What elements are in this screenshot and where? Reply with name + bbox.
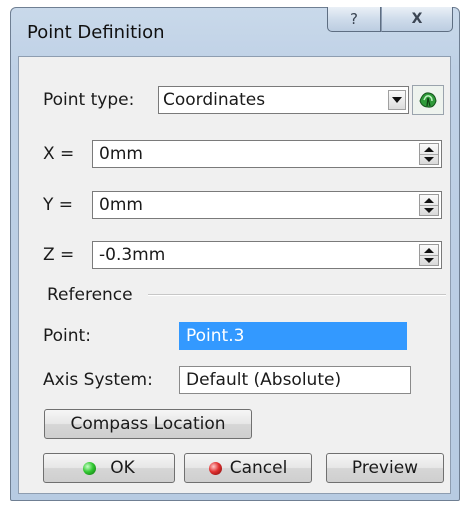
cancel-icon (208, 461, 222, 475)
reference-point-value: Point.3 (186, 326, 245, 346)
ok-label: OK (110, 458, 135, 478)
reference-group-divider (148, 294, 446, 296)
point-type-select[interactable]: Coordinates (158, 86, 409, 114)
dialog-title: Point Definition (27, 22, 165, 43)
dropdown-arrow-icon[interactable] (388, 90, 406, 110)
y-field[interactable]: 0mm (92, 191, 442, 219)
point-type-tool-button[interactable] (412, 85, 444, 115)
reference-group-label: Reference (47, 285, 133, 305)
title-bar[interactable]: Point Definition ? X (11, 7, 459, 56)
ok-button[interactable]: OK (43, 453, 175, 483)
point-type-tool-icon (419, 92, 437, 108)
z-value: -0.3mm (99, 245, 166, 265)
z-label: Z = (43, 245, 75, 265)
x-value: 0mm (99, 144, 143, 164)
dialog-window: Point Definition ? X Point type: Coordin… (10, 7, 460, 501)
cancel-label: Cancel (229, 458, 288, 478)
x-field[interactable]: 0mm (92, 140, 442, 168)
cancel-button[interactable]: Cancel (184, 453, 312, 483)
compass-location-label: Compass Location (70, 414, 226, 434)
help-icon: ? (350, 10, 358, 28)
ok-icon (83, 461, 97, 475)
axis-system-label: Axis System: (43, 370, 153, 390)
preview-button[interactable]: Preview (326, 453, 444, 483)
point-type-label: Point type: (43, 90, 135, 110)
spin-down-icon[interactable] (420, 154, 438, 164)
compass-location-button[interactable]: Compass Location (44, 409, 252, 439)
spin-down-icon[interactable] (420, 255, 438, 265)
axis-system-value: Default (Absolute) (186, 370, 342, 390)
z-spinner[interactable] (419, 244, 439, 266)
x-label: X = (43, 144, 75, 164)
point-type-value: Coordinates (163, 90, 266, 110)
reference-point-field[interactable]: Point.3 (179, 322, 407, 350)
close-button[interactable]: X (381, 7, 453, 32)
dialog-body: Point type: Coordinates X = 0mm Y = 0mm (18, 56, 451, 494)
y-spinner[interactable] (419, 194, 439, 216)
point-label: Point: (43, 326, 91, 346)
close-icon: X (411, 11, 423, 27)
spin-down-icon[interactable] (420, 205, 438, 215)
x-spinner[interactable] (419, 143, 439, 165)
preview-label: Preview (351, 458, 419, 478)
y-value: 0mm (99, 195, 143, 215)
y-label: Y = (43, 195, 74, 215)
z-field[interactable]: -0.3mm (92, 241, 442, 269)
help-button[interactable]: ? (327, 7, 381, 32)
axis-system-field[interactable]: Default (Absolute) (179, 366, 411, 394)
